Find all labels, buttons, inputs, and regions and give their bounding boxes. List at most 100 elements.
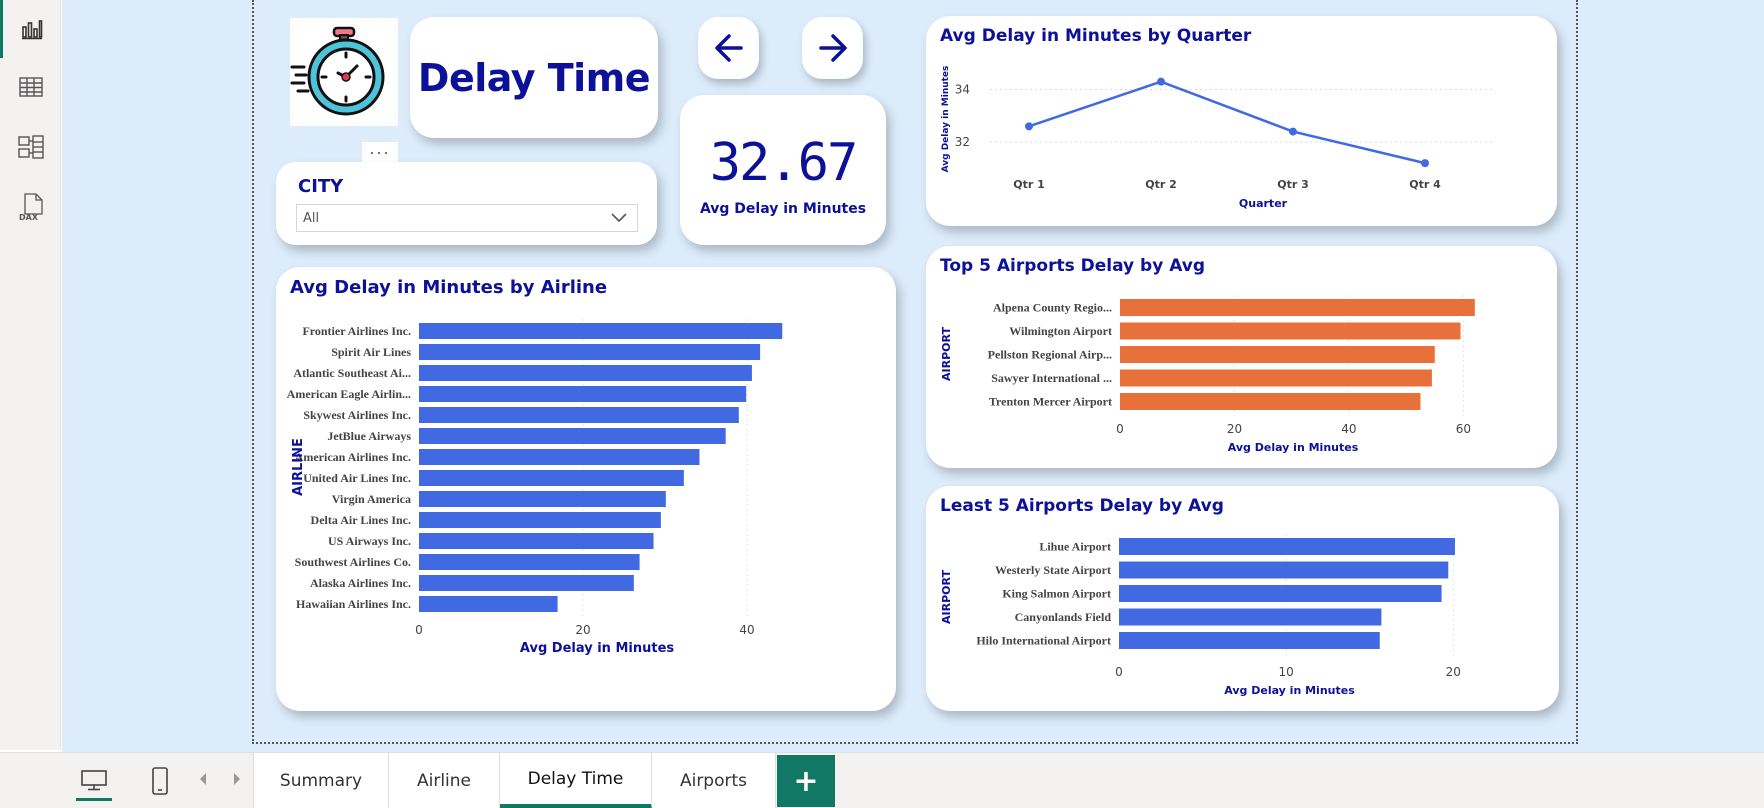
kpi-value: 32.67 bbox=[709, 133, 859, 193]
x-tick-label: 0 bbox=[415, 623, 423, 637]
mobile-layout-icon[interactable] bbox=[146, 761, 174, 801]
top5-chart-svg: 0 20 40 60 Alpena County Regio... Wilmington … bbox=[940, 295, 1475, 454]
top5-airports-chart[interactable]: Top 5 Airports Delay by Avg 0 20 40 60 Alpen… bbox=[926, 246, 1557, 468]
bar bbox=[1120, 393, 1421, 410]
category-label: Delta Air Lines Inc. bbox=[311, 513, 411, 527]
x-tick-label: 60 bbox=[1456, 422, 1471, 436]
category-label: Skywest Airlines Inc. bbox=[303, 408, 411, 422]
x-tick-label: 40 bbox=[1341, 422, 1356, 436]
bar bbox=[419, 344, 761, 360]
bar bbox=[1119, 608, 1382, 626]
x-tick-label: 0 bbox=[1115, 665, 1123, 679]
scroll-left-icon[interactable] bbox=[198, 771, 208, 790]
category-label: Virgin America bbox=[332, 492, 411, 506]
bar bbox=[419, 533, 654, 549]
bar bbox=[419, 512, 661, 528]
tab-delay-time[interactable]: Delay Time bbox=[500, 753, 652, 808]
x-tick-label: Qtr 4 bbox=[1409, 178, 1441, 191]
category-label: Hawaiian Airlines Inc. bbox=[296, 597, 411, 611]
category-label: Wilmington Airport bbox=[1009, 324, 1112, 338]
arrow-left-icon bbox=[714, 34, 743, 62]
back-button[interactable] bbox=[698, 17, 759, 79]
x-axis-label: Avg Delay in Minutes bbox=[1228, 441, 1359, 454]
series-line bbox=[1028, 80, 1426, 165]
tab-airports[interactable]: Airports bbox=[652, 753, 776, 808]
report-view-icon[interactable] bbox=[0, 0, 61, 58]
bar bbox=[1120, 299, 1475, 316]
data-point bbox=[1289, 127, 1297, 136]
category-label: American Airlines Inc. bbox=[295, 450, 411, 464]
x-tick-label: Qtr 1 bbox=[1013, 178, 1045, 191]
bar bbox=[1119, 561, 1449, 579]
page-tab-bar: Summary Airline Delay Time Airports + bbox=[0, 752, 1764, 808]
bar bbox=[1119, 538, 1455, 555]
airline-delay-chart[interactable]: Avg Delay in Minutes by Airline 0 20 40 Fro… bbox=[276, 267, 896, 711]
x-tick-label: 20 bbox=[1446, 665, 1461, 679]
view-switcher-bar: DAX bbox=[0, 0, 61, 750]
tab-summary[interactable]: Summary bbox=[253, 753, 389, 808]
category-label: Hilo International Airport bbox=[976, 634, 1111, 648]
least5-airports-chart[interactable]: Least 5 Airports Delay by Avg 0 10 20 Lihue… bbox=[926, 486, 1559, 711]
category-label: Alaska Airlines Inc. bbox=[310, 576, 411, 590]
y-axis-label: AIRPORT bbox=[940, 570, 953, 624]
y-axis-label: Avg Delay in Minutes bbox=[941, 66, 951, 173]
x-axis-label: Avg Delay in Minutes bbox=[520, 641, 675, 656]
bar bbox=[419, 449, 700, 465]
more-options-button[interactable]: ... bbox=[362, 141, 398, 162]
x-tick-label: 0 bbox=[1116, 422, 1124, 436]
bar bbox=[419, 365, 752, 381]
forward-button[interactable] bbox=[802, 17, 863, 79]
y-axis-label: AIRLINE bbox=[291, 438, 306, 496]
chevron-down-icon bbox=[611, 213, 627, 223]
category-label: Pellston Regional Airp... bbox=[988, 348, 1112, 362]
bar bbox=[1120, 346, 1435, 363]
model-view-icon[interactable] bbox=[0, 118, 61, 176]
bar bbox=[419, 386, 747, 402]
scroll-right-icon[interactable] bbox=[232, 771, 242, 790]
x-tick-label: 40 bbox=[739, 623, 754, 637]
dax-label: DAX bbox=[19, 213, 39, 222]
bar bbox=[1120, 369, 1432, 387]
bar bbox=[419, 470, 684, 486]
bar bbox=[419, 428, 726, 444]
x-tick-label: 10 bbox=[1279, 665, 1294, 679]
x-tick-label: Qtr 3 bbox=[1277, 178, 1309, 191]
category-label: American Eagle Airlin... bbox=[287, 387, 411, 401]
add-page-button[interactable]: + bbox=[777, 755, 835, 807]
city-slicer-label: CITY bbox=[298, 176, 344, 197]
y-tick-label: 32 bbox=[955, 135, 970, 149]
data-point bbox=[1421, 159, 1429, 168]
least5-chart-svg: 0 10 20 Lihue Airport Westerly State Airport… bbox=[940, 534, 1461, 697]
table-view-icon[interactable] bbox=[0, 58, 61, 116]
quarter-delay-chart[interactable]: Avg Delay in Minutes by Quarter 32 34 Qtr … bbox=[926, 16, 1557, 226]
category-label: Spirit Air Lines bbox=[331, 345, 411, 359]
category-label: United Air Lines Inc. bbox=[303, 471, 411, 485]
arrow-right-icon bbox=[818, 34, 847, 62]
airline-chart-svg: 0 20 40 Frontier Airlines Inc. Spirit Air Li… bbox=[287, 319, 783, 656]
x-tick-label: 20 bbox=[1227, 422, 1242, 436]
bar bbox=[419, 554, 640, 570]
data-point bbox=[1157, 77, 1165, 86]
city-dropdown[interactable]: All bbox=[296, 204, 638, 232]
bar bbox=[419, 491, 666, 507]
category-label: JetBlue Airways bbox=[327, 429, 411, 443]
stopwatch-icon bbox=[290, 18, 398, 126]
page-title-card: Delay Time bbox=[410, 17, 658, 138]
category-label: Canyonlands Field bbox=[1015, 610, 1112, 624]
kpi-label: Avg Delay in Minutes bbox=[699, 201, 867, 217]
category-label: King Salmon Airport bbox=[1002, 587, 1111, 601]
dax-query-icon[interactable]: DAX bbox=[0, 178, 61, 236]
desktop-layout-icon[interactable] bbox=[76, 761, 112, 801]
category-label: Alpena County Regio... bbox=[993, 301, 1112, 315]
category-label: Southwest Airlines Co. bbox=[295, 555, 411, 569]
y-tick-label: 34 bbox=[955, 83, 970, 97]
category-label: Sawyer International ... bbox=[991, 371, 1112, 385]
tab-airline[interactable]: Airline bbox=[389, 753, 500, 808]
bar bbox=[419, 407, 739, 423]
airline-plot-area: 0 20 40 Frontier Airlines Inc. Spirit Air Li… bbox=[287, 319, 783, 656]
category-label: Trenton Mercer Airport bbox=[989, 395, 1112, 409]
page-title: Delay Time bbox=[417, 55, 651, 100]
category-label: Lihue Airport bbox=[1039, 540, 1111, 554]
x-tick-label: 20 bbox=[575, 623, 590, 637]
bar bbox=[1119, 585, 1442, 602]
